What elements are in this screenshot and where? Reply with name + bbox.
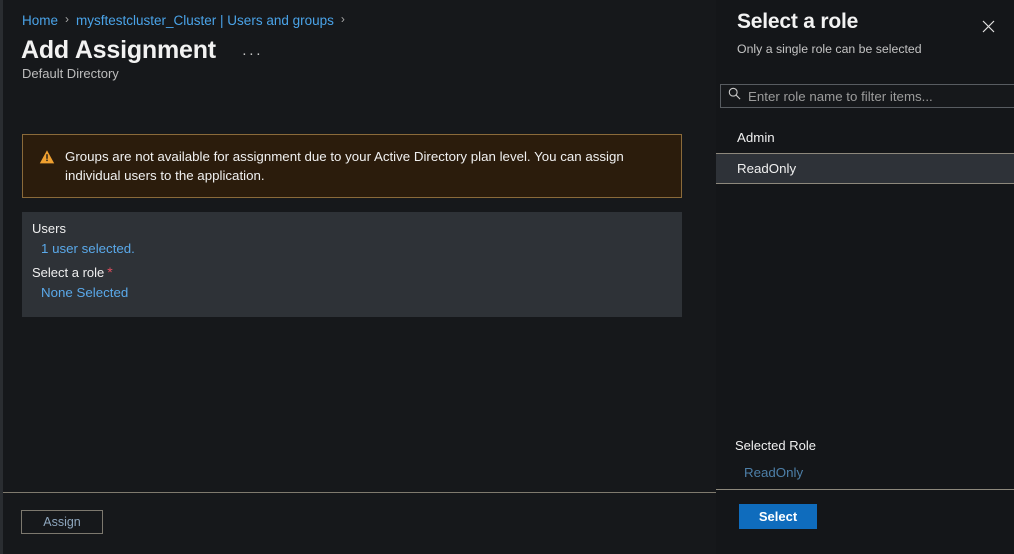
select-a-role-panel: Select a role Only a single role can be …	[716, 0, 1014, 554]
search-icon	[728, 87, 741, 105]
role-list: Admin ReadOnly	[716, 122, 1014, 184]
search-input[interactable]	[748, 89, 1014, 104]
assign-button[interactable]: Assign	[21, 510, 103, 534]
warning-message: Groups are not available for assignment …	[65, 147, 665, 185]
more-options-icon[interactable]: ···	[238, 43, 267, 64]
selected-role-value[interactable]: ReadOnly	[744, 465, 803, 480]
role-label: ReadOnly	[737, 161, 796, 176]
close-icon[interactable]	[974, 12, 1002, 40]
role-list-item-readonly[interactable]: ReadOnly	[716, 153, 1014, 184]
role-selected-link[interactable]: None Selected	[41, 285, 128, 300]
role-label: Admin	[737, 130, 775, 145]
select-button[interactable]: Select	[739, 504, 817, 529]
role-field-label: Select a role*	[32, 264, 682, 281]
role-list-item-admin[interactable]: Admin	[716, 122, 1014, 153]
breadcrumb-item-cluster-users-and-groups[interactable]: mysftestcluster_Cluster | Users and grou…	[76, 13, 334, 28]
required-marker-icon: *	[107, 264, 112, 280]
breadcrumb-item-home[interactable]: Home	[22, 13, 58, 28]
chevron-right-icon: ›	[65, 13, 69, 25]
page-subtitle: Default Directory	[22, 66, 119, 81]
panel-footer-divider	[716, 489, 1014, 490]
selected-role-label: Selected Role	[735, 438, 816, 453]
role-field-label-text: Select a role	[32, 265, 104, 280]
page-title: Add Assignment	[21, 36, 216, 64]
panel-title: Select a role	[737, 10, 858, 34]
panel-subtitle: Only a single role can be selected	[737, 42, 922, 56]
role-filter-box[interactable]	[720, 84, 1014, 108]
users-selected-link[interactable]: 1 user selected.	[41, 241, 135, 256]
warning-triangle-icon	[39, 149, 55, 165]
users-field-label: Users	[32, 220, 682, 237]
assignment-form-panel: Users 1 user selected. Select a role* No…	[22, 212, 682, 317]
add-assignment-blade: Home › mysftestcluster_Cluster | Users a…	[0, 0, 716, 554]
breadcrumb: Home › mysftestcluster_Cluster | Users a…	[22, 11, 352, 29]
chevron-right-icon-trailing: ›	[341, 13, 345, 25]
blade-title-row: Add Assignment ···	[21, 36, 267, 64]
blade-footer-divider	[3, 492, 716, 493]
warning-banner: Groups are not available for assignment …	[22, 134, 682, 198]
